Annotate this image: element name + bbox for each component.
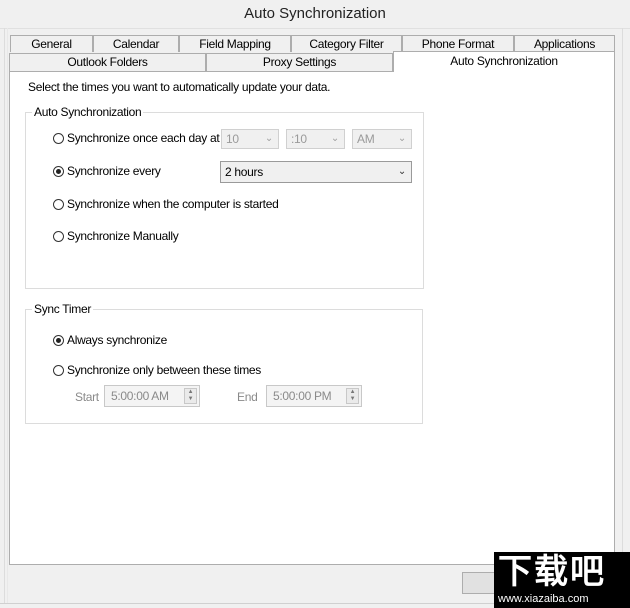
window-border-left [4, 28, 8, 603]
intro-text: Select the times you want to automatical… [28, 80, 331, 94]
radio-label: Synchronize when the computer is started [67, 197, 279, 211]
radio-on-startup[interactable]: Synchronize when the computer is started [53, 197, 279, 211]
radio-between-times[interactable]: Synchronize only between these times [53, 363, 261, 377]
tab-category-filter[interactable]: Category Filter [291, 35, 402, 52]
tab-outlook-folders[interactable]: Outlook Folders [9, 53, 206, 72]
window-title: Auto Synchronization [0, 0, 630, 29]
end-time-spinner[interactable]: 5:00:00 PM ▲ ▼ [266, 385, 362, 407]
radio-circle-selected [53, 165, 64, 177]
daily-minute-select[interactable]: :10 ⌄ [286, 129, 345, 149]
tab-calendar[interactable]: Calendar [93, 35, 179, 52]
tab-general[interactable]: General [10, 35, 93, 52]
radio-label: Always synchronize [67, 333, 167, 347]
radio-sync-every[interactable]: Synchronize every [53, 164, 161, 178]
sync-timer-group: Sync Timer Always synchronize Synchroniz… [25, 302, 423, 424]
tab-applications[interactable]: Applications [514, 35, 615, 52]
daily-hour-select[interactable]: 10 ⌄ [221, 129, 279, 149]
chevron-down-icon: ⌄ [397, 133, 406, 144]
radio-circle [53, 198, 64, 210]
interval-select[interactable]: 2 hours ⌄ [220, 161, 412, 183]
watermark-logo: 下载吧 www.xiazaiba.com [494, 552, 630, 608]
chevron-down-icon: ⌄ [264, 133, 273, 144]
auto-sync-legend: Auto Synchronization [32, 105, 144, 119]
start-time-spinner[interactable]: 5:00:00 AM ▲ ▼ [104, 385, 200, 407]
radio-once-daily[interactable]: Synchronize once each day at [53, 131, 220, 145]
radio-circle-selected [53, 334, 64, 346]
spin-buttons[interactable]: ▲ ▼ [184, 388, 197, 404]
daily-minute-value: :10 [291, 132, 307, 146]
sync-timer-legend: Sync Timer [32, 302, 94, 316]
radio-label: Synchronize only between these times [67, 363, 261, 377]
chevron-down-icon: ⌄ [330, 133, 339, 144]
interval-value: 2 hours [225, 165, 263, 179]
radio-circle [53, 364, 64, 376]
daily-ampm-select[interactable]: AM ⌄ [352, 129, 412, 149]
tab-proxy-settings[interactable]: Proxy Settings [206, 53, 393, 72]
tab-auto-synchronization[interactable]: Auto Synchronization [393, 51, 615, 72]
end-time-value: 5:00:00 PM [273, 389, 332, 403]
radio-circle [53, 230, 64, 242]
end-label: End [237, 390, 258, 404]
daily-ampm-value: AM [357, 132, 375, 146]
radio-label: Synchronize Manually [67, 229, 179, 243]
radio-manual[interactable]: Synchronize Manually [53, 229, 179, 243]
tab-phone-format[interactable]: Phone Format [402, 35, 514, 52]
start-time-value: 5:00:00 AM [111, 389, 169, 403]
radio-label: Synchronize every [67, 164, 161, 178]
chevron-down-icon: ⌄ [397, 166, 406, 177]
radio-circle [53, 132, 64, 144]
daily-hour-value: 10 [226, 132, 239, 146]
start-label: Start [75, 390, 99, 404]
window-border-right [622, 28, 625, 603]
watermark-url: www.xiazaiba.com [498, 593, 589, 605]
radio-label: Synchronize once each day at [67, 131, 220, 145]
auto-sync-group: Auto Synchronization Synchronize once ea… [25, 105, 424, 289]
radio-always-sync[interactable]: Always synchronize [53, 333, 167, 347]
watermark-text: 下载吧 [498, 552, 606, 592]
spin-buttons[interactable]: ▲ ▼ [346, 388, 359, 404]
tab-panel-auto-synchronization: Select the times you want to automatical… [9, 71, 615, 565]
tab-field-mapping[interactable]: Field Mapping [179, 35, 291, 52]
